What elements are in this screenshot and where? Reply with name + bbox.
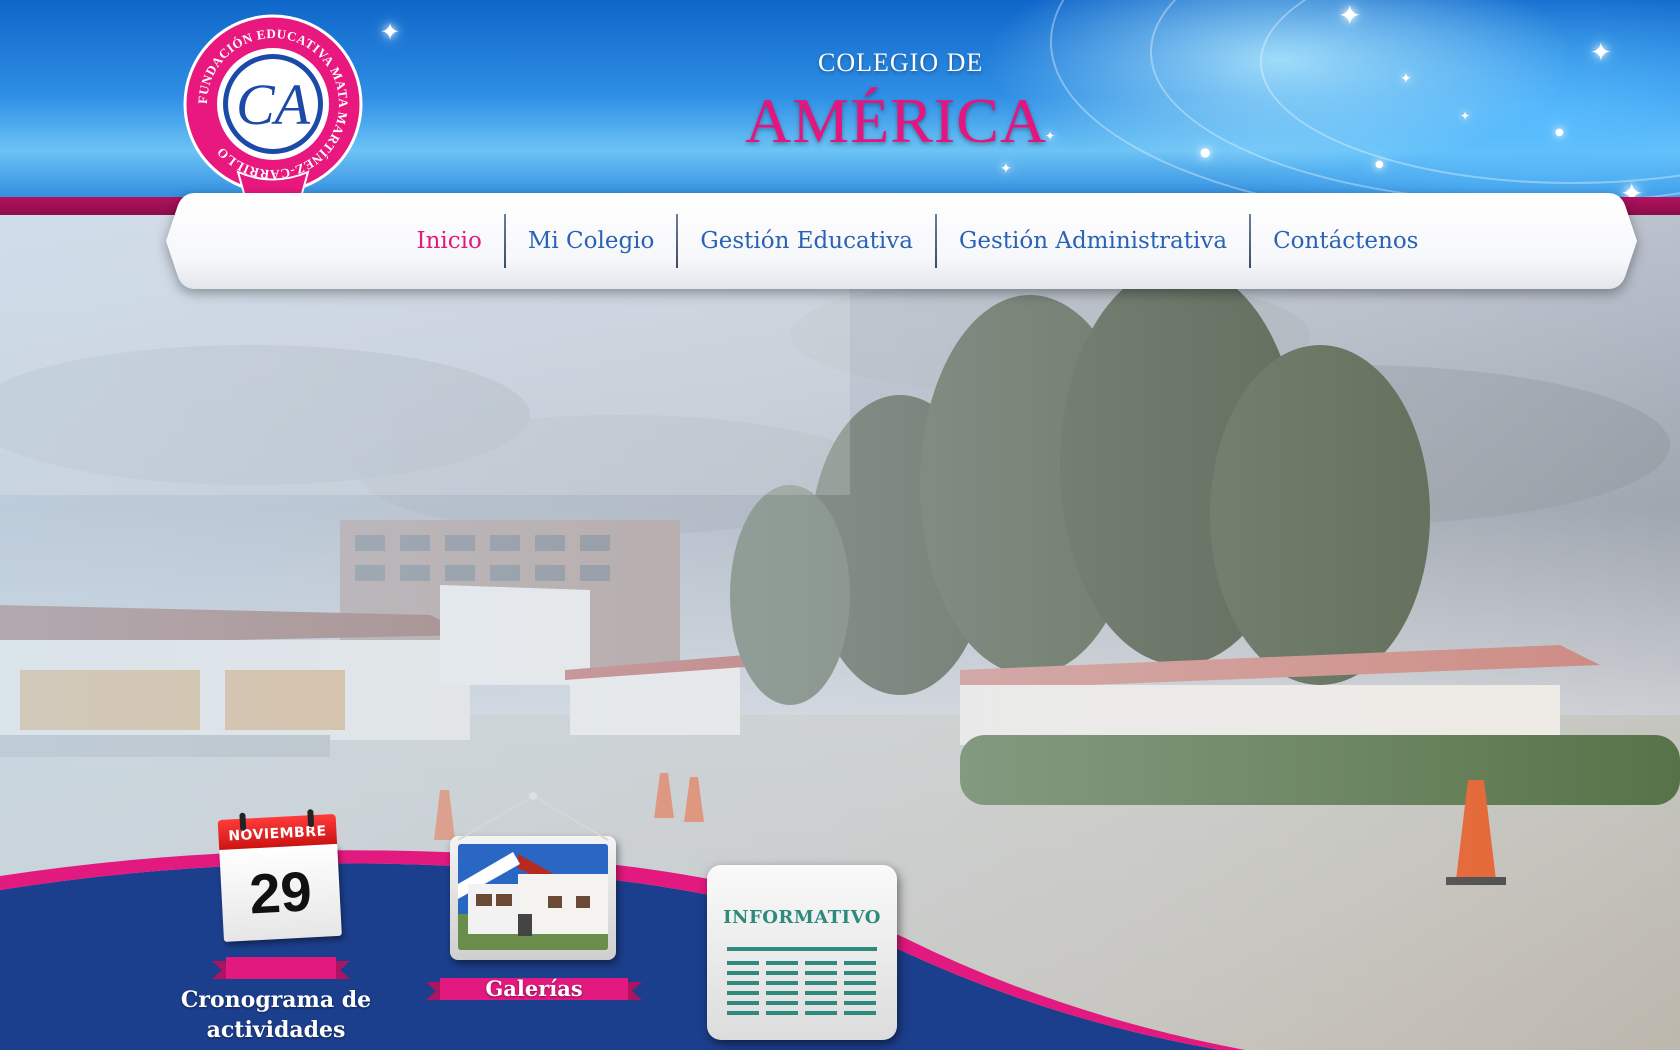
calendar-label[interactable]: Cronograma de actividades	[176, 985, 376, 1045]
nav-item-contactenos[interactable]: Contáctenos	[1251, 214, 1440, 268]
page: ✦ ✦ ✦ ✦ ✦ ✦ ✦ ✦ ● ● ● FUNDACIÓN EDUCATIV…	[0, 0, 1680, 1050]
sparkle-icon: ●	[1375, 159, 1384, 170]
informativo-card[interactable]: INFORMATIVO	[707, 865, 897, 1040]
nav-item-gestion-administrativa[interactable]: Gestión Administrativa	[937, 214, 1249, 268]
site-title-large: AMÉRICA	[745, 85, 1048, 156]
main-navigation: Inicio Mi Colegio Gestión Educativa Gest…	[165, 191, 1638, 291]
sparkle-icon: ✦	[1000, 161, 1012, 177]
informativo-title: INFORMATIVO	[723, 907, 881, 928]
sparkle-icon: ✦	[1460, 109, 1471, 123]
gallery-photo	[458, 844, 608, 950]
logo-initials: CA	[236, 72, 311, 137]
calendar-ribbon	[212, 957, 350, 979]
nav-item-gestion-educativa[interactable]: Gestión Educativa	[678, 214, 935, 268]
sparkle-icon: ✦	[380, 18, 401, 46]
sparkle-icon: ✦	[1338, 0, 1362, 32]
gallery-thumbnail[interactable]	[450, 792, 616, 960]
newspaper-icon	[727, 947, 877, 1015]
calendar-day: 29	[219, 843, 342, 942]
nav-item-mi-colegio[interactable]: Mi Colegio	[506, 214, 677, 268]
calendar-ring-icon	[239, 812, 247, 831]
gallery-label[interactable]: Galerías	[440, 974, 628, 1004]
sparkle-icon: ●	[1555, 127, 1564, 138]
calendar-widget[interactable]: NOVIEMBRE 29	[210, 809, 347, 951]
sparkle-icon: ✦	[1590, 38, 1612, 68]
nav-item-inicio[interactable]: Inicio	[394, 214, 503, 268]
site-title-small: COLEGIO DE	[818, 48, 984, 77]
sparkle-icon: ●	[1200, 145, 1211, 159]
sparkle-icon: ✦	[1400, 71, 1412, 87]
calendar-ring-icon	[307, 809, 315, 828]
